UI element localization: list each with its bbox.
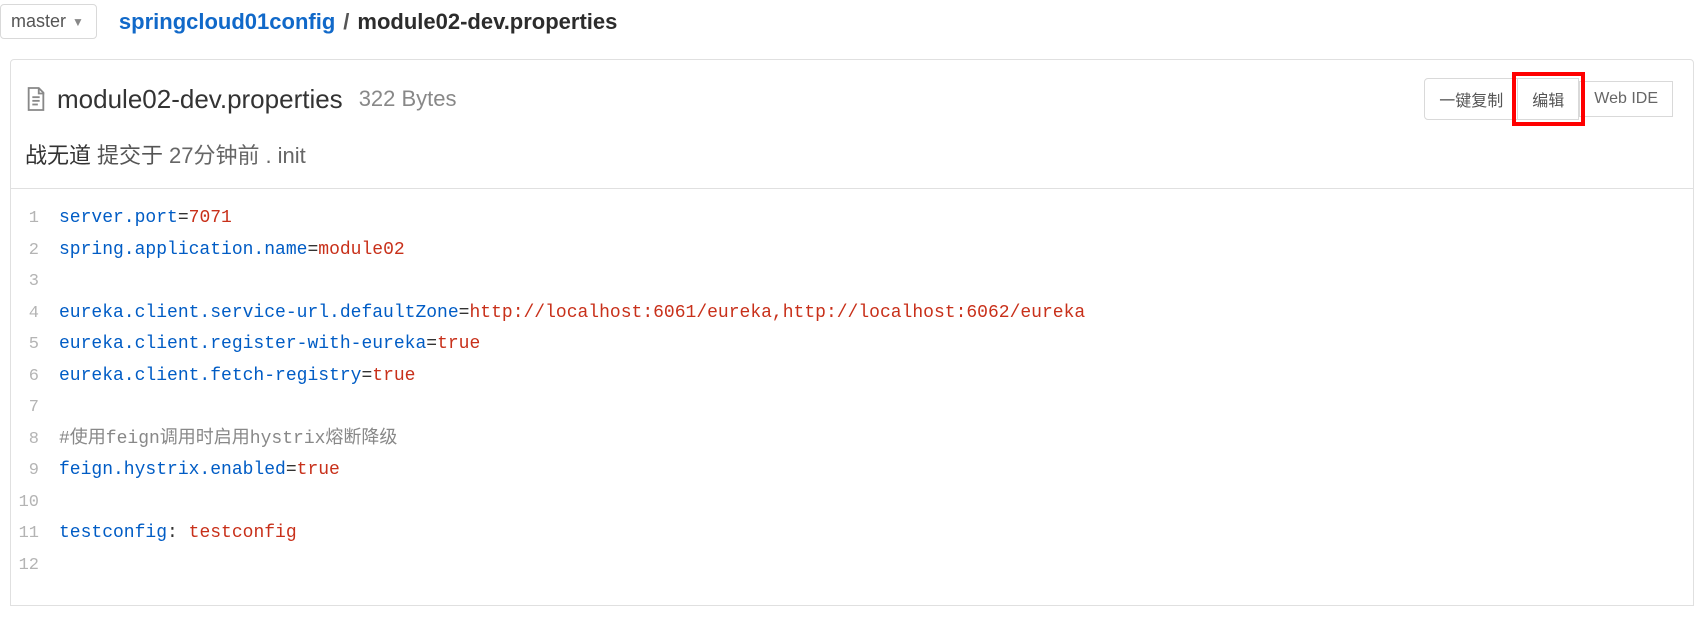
code-line: 6eureka.client.fetch-registry=true	[11, 361, 1693, 393]
commit-message[interactable]: init	[278, 143, 306, 169]
commit-label: 提交于	[97, 138, 163, 170]
caret-down-icon: ▼	[72, 15, 84, 29]
code-line: 5eureka.client.register-with-eureka=true	[11, 329, 1693, 361]
line-number: 11	[11, 519, 59, 549]
code-viewer: 1server.port=70712spring.application.nam…	[10, 189, 1694, 606]
commit-info: 战无道 提交于 27分钟前 . init	[25, 138, 1673, 170]
line-number: 7	[11, 393, 59, 423]
branch-name: master	[11, 11, 66, 32]
copy-button[interactable]: 一键复制	[1424, 78, 1518, 120]
file-actions: 一键复制 编辑 Web IDE	[1424, 78, 1673, 120]
code-content[interactable]	[59, 266, 1693, 298]
code-content[interactable]: #使用feign调用时启用hystrix熔断降级	[59, 424, 1693, 456]
line-number: 5	[11, 330, 59, 360]
topbar: master ▼ springcloud01config / module02-…	[0, 0, 1704, 49]
commit-author[interactable]: 战无道	[25, 138, 91, 170]
line-number: 12	[11, 551, 59, 581]
line-number: 4	[11, 299, 59, 329]
branch-selector[interactable]: master ▼	[0, 4, 97, 39]
code-content[interactable]: eureka.client.register-with-eureka=true	[59, 329, 1693, 361]
code-line: 4eureka.client.service-url.defaultZone=h…	[11, 298, 1693, 330]
file-header: module02-dev.properties 322 Bytes 一键复制 编…	[10, 59, 1694, 189]
code-line: 9feign.hystrix.enabled=true	[11, 455, 1693, 487]
code-line: 2spring.application.name=module02	[11, 235, 1693, 267]
code-line: 7	[11, 392, 1693, 424]
code-line: 10	[11, 487, 1693, 519]
code-line: 3	[11, 266, 1693, 298]
line-number: 3	[11, 267, 59, 297]
code-content[interactable]: eureka.client.service-url.defaultZone=ht…	[59, 298, 1693, 330]
line-number: 8	[11, 425, 59, 455]
file-icon	[25, 86, 47, 112]
code-content[interactable]: feign.hystrix.enabled=true	[59, 455, 1693, 487]
code-content[interactable]: testconfig: testconfig	[59, 518, 1693, 550]
file-title: module02-dev.properties	[57, 84, 343, 115]
code-content[interactable]	[59, 392, 1693, 424]
code-content[interactable]	[59, 487, 1693, 519]
commit-dot: .	[266, 143, 272, 169]
code-content[interactable]: server.port=7071	[59, 203, 1693, 235]
code-line: 11testconfig: testconfig	[11, 518, 1693, 550]
edit-button[interactable]: 编辑	[1518, 78, 1579, 120]
breadcrumb: springcloud01config / module02-dev.prope…	[119, 9, 617, 35]
breadcrumb-file: module02-dev.properties	[357, 9, 617, 35]
file-size: 322 Bytes	[359, 86, 457, 112]
commit-time: 27分钟前	[169, 138, 259, 170]
breadcrumb-separator: /	[343, 9, 349, 35]
code-content[interactable]	[59, 550, 1693, 582]
code-line: 8#使用feign调用时启用hystrix熔断降级	[11, 424, 1693, 456]
line-number: 2	[11, 236, 59, 266]
line-number: 6	[11, 362, 59, 392]
line-number: 9	[11, 456, 59, 486]
code-line: 12	[11, 550, 1693, 582]
breadcrumb-repo[interactable]: springcloud01config	[119, 9, 335, 35]
line-number: 10	[11, 488, 59, 518]
webide-button[interactable]: Web IDE	[1579, 81, 1673, 117]
line-number: 1	[11, 204, 59, 234]
code-content[interactable]: eureka.client.fetch-registry=true	[59, 361, 1693, 393]
code-line: 1server.port=7071	[11, 203, 1693, 235]
code-content[interactable]: spring.application.name=module02	[59, 235, 1693, 267]
